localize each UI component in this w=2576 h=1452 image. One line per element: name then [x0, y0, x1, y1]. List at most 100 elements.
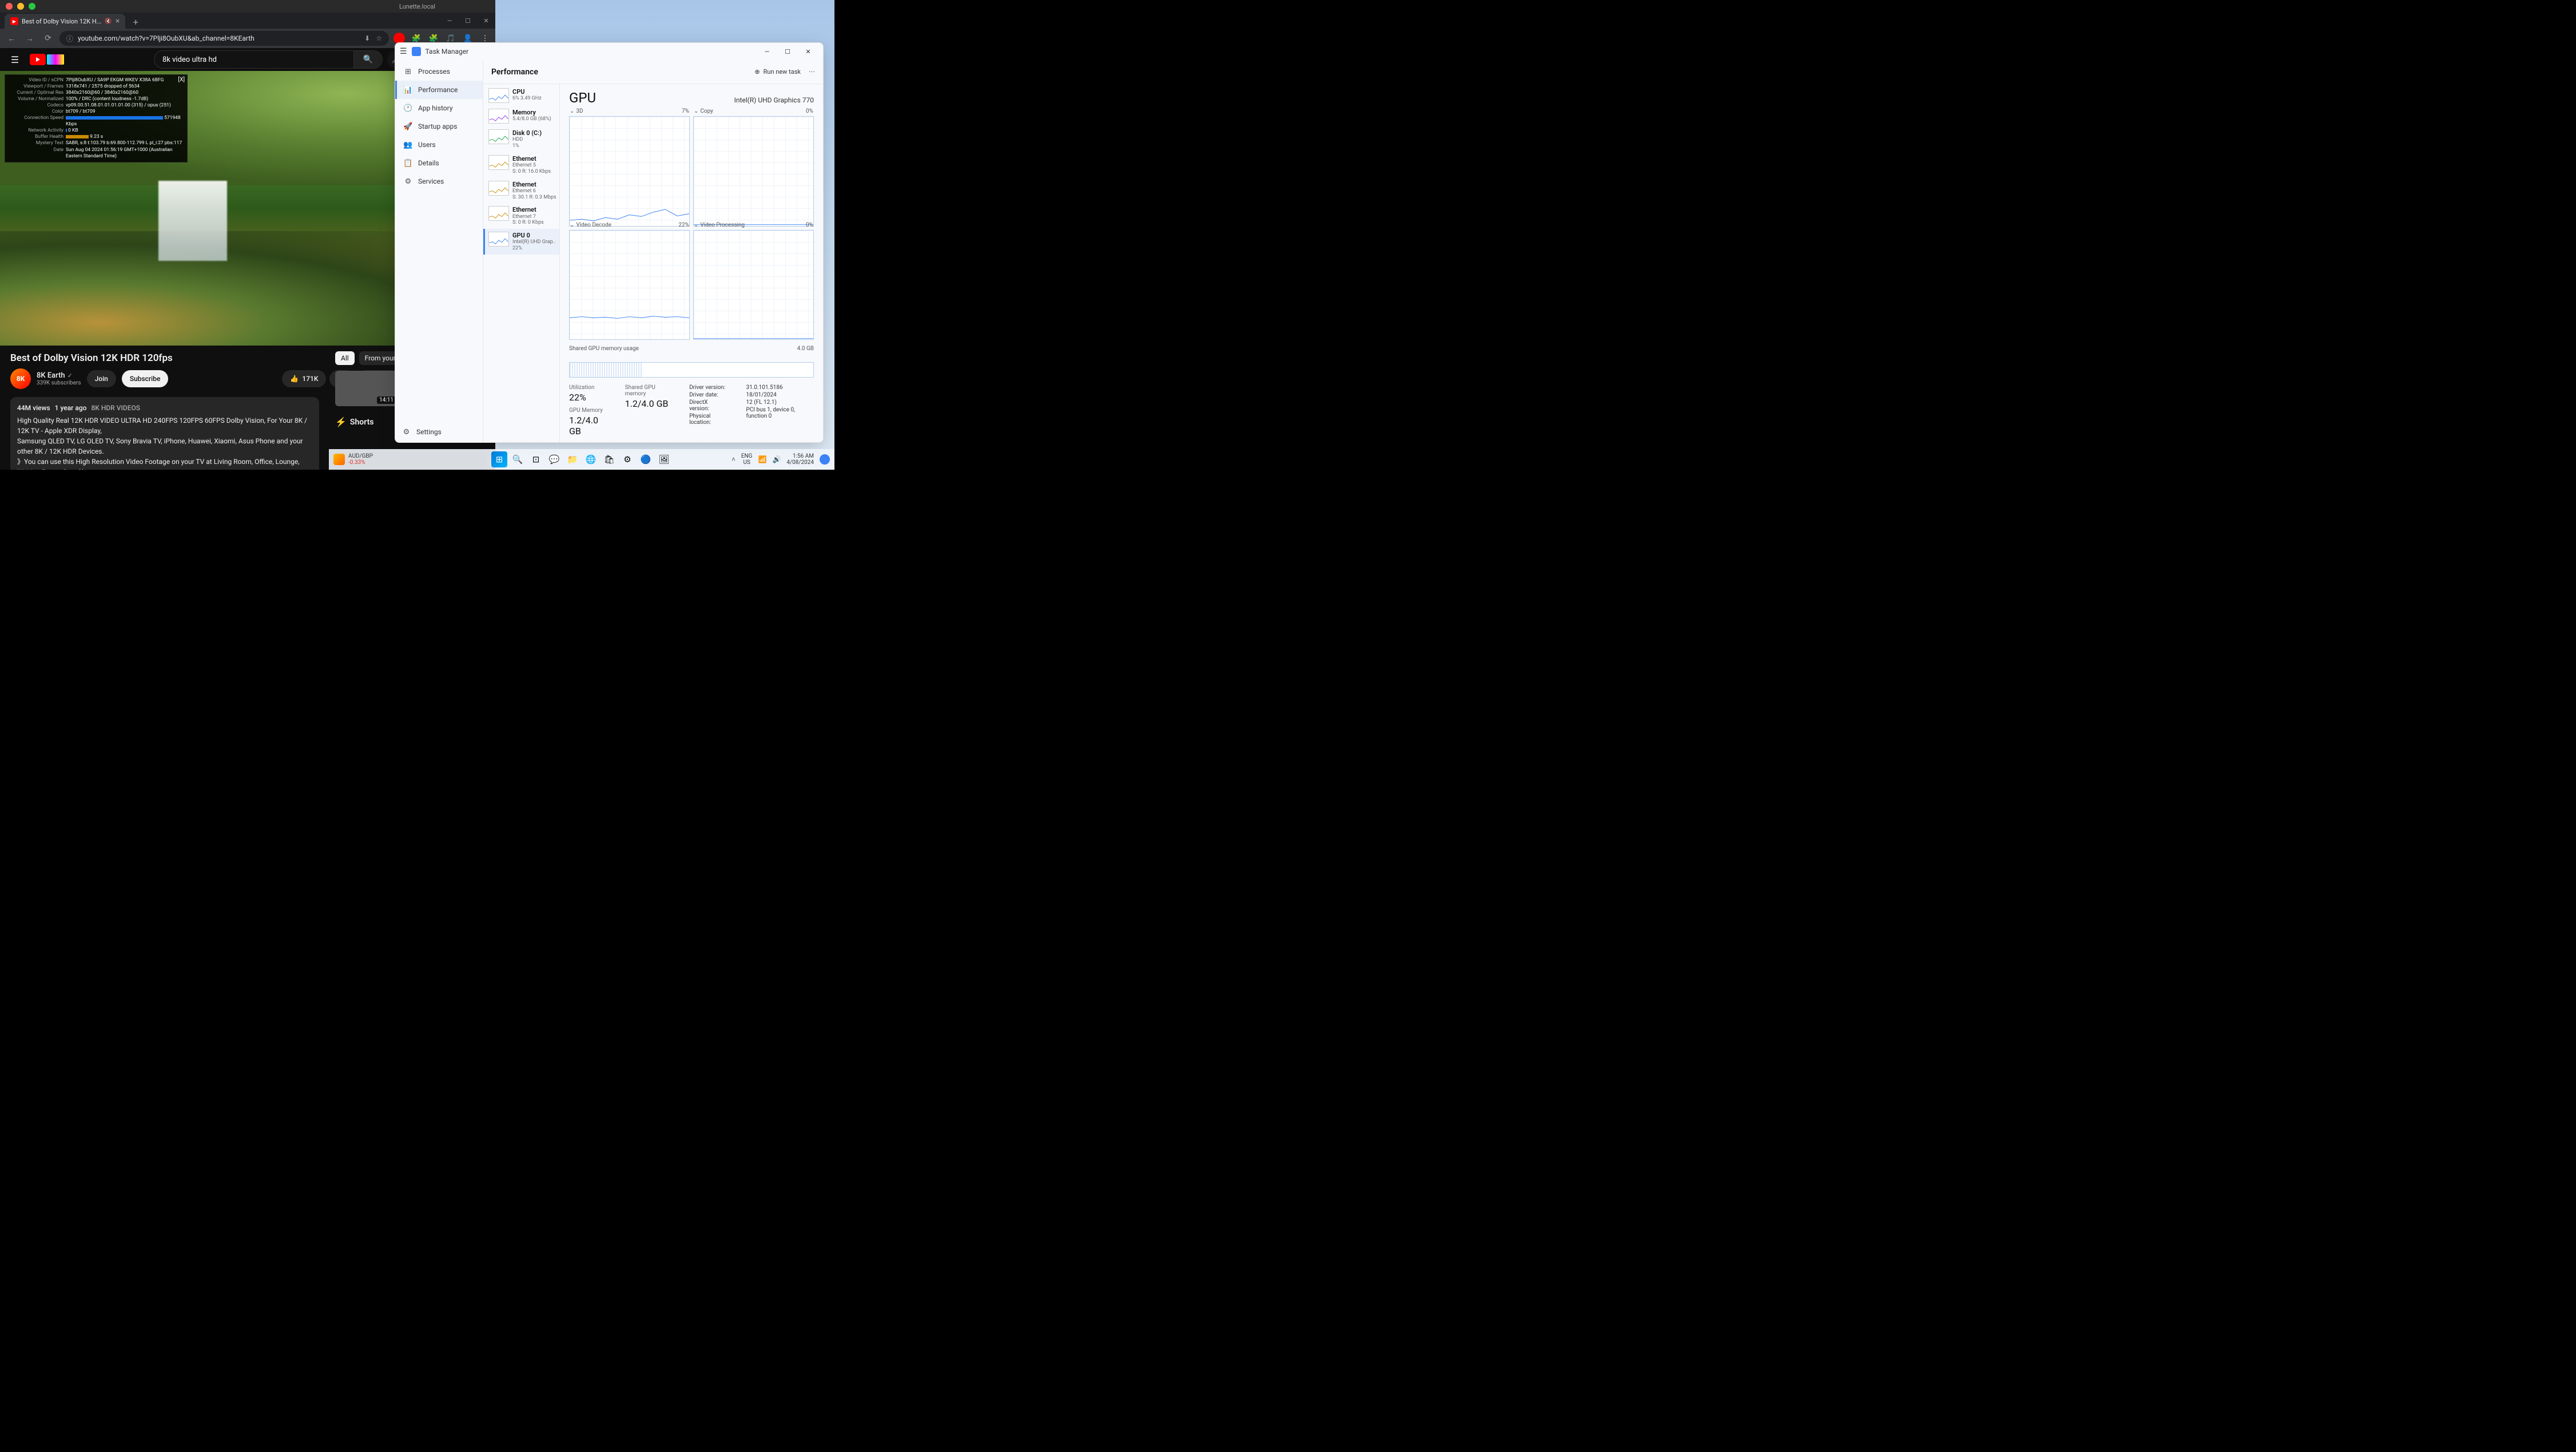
new-tab-button[interactable]: + — [129, 15, 142, 29]
sparkline — [488, 109, 509, 124]
tm-nav-processes[interactable]: ⊞Processes — [395, 62, 483, 81]
tm-titlebar[interactable]: ☰ Task Manager — ☐ ✕ — [395, 43, 823, 60]
youtube-search-bar: 🔍 — [154, 50, 383, 69]
tm-nav-services[interactable]: ⚙Services — [395, 172, 483, 191]
chrome-close-button[interactable]: ✕ — [477, 13, 495, 29]
perf-item-ethernet[interactable]: EthernetEthernet 6S: 30.1 R: 0.3 Mbps — [483, 178, 559, 204]
like-button[interactable]: 👍171K — [282, 370, 326, 387]
start-button[interactable]: ⊞ — [491, 451, 507, 467]
perf-item-ethernet[interactable]: EthernetEthernet 7S: 0 R: 0 Kbps — [483, 203, 559, 229]
tab-close-button[interactable]: × — [116, 17, 120, 26]
store-icon[interactable]: 🛍 — [601, 451, 617, 467]
chrome-tab-active[interactable]: ▶ Best of Dolby Vision 12K H... 🔇 × — [5, 14, 125, 29]
tm-nav-app-history[interactable]: 🕐App history — [395, 99, 483, 117]
forward-button[interactable]: → — [23, 31, 37, 45]
search-button[interactable]: 🔍 — [510, 451, 526, 467]
address-bar[interactable]: ⓘ youtube.com/watch?v=7Plji8OubXU&ab_cha… — [59, 31, 389, 46]
search-button[interactable]: 🔍 — [353, 51, 382, 68]
related-video-thumbnail[interactable]: 14:11 — [335, 371, 398, 406]
tm-settings-button[interactable]: ⚙Settings — [395, 422, 483, 442]
chrome-taskbar-icon[interactable]: 🔵 — [638, 451, 654, 467]
subscribe-button[interactable]: Subscribe — [122, 370, 169, 387]
nav-icon: 🚀 — [404, 122, 412, 131]
perf-item-disk0c[interactable]: Disk 0 (C:)HDD1% — [483, 126, 559, 152]
photos-icon[interactable]: 🖼 — [656, 451, 672, 467]
lang-indicator-sub: US — [743, 459, 750, 466]
taskbar-widget[interactable]: AUD/GBP -0.33% — [333, 453, 373, 466]
run-new-task-button[interactable]: ⊕Run new task — [754, 68, 801, 76]
reload-button[interactable]: ⟳ — [41, 31, 55, 45]
chart-label[interactable]: ⌄Copy — [694, 108, 713, 114]
gpu-chart-3d[interactable]: ⌄3D7% — [569, 116, 690, 227]
youtube-logo[interactable] — [30, 54, 64, 65]
tm-nav-startup-apps[interactable]: 🚀Startup apps — [395, 117, 483, 136]
tm-app-icon — [412, 47, 421, 56]
widget-label: AUD/GBP — [348, 453, 373, 459]
channel-name[interactable]: 8K Earth ✓ — [37, 371, 81, 380]
tm-nav-performance[interactable]: 📊Performance — [395, 81, 483, 99]
chart-label[interactable]: ⌄Video Processing — [694, 222, 745, 228]
app-icon[interactable]: ⚙ — [619, 451, 635, 467]
chart-label[interactable]: ⌄3D — [570, 108, 583, 114]
tm-title: Task Manager — [426, 47, 469, 55]
tm-nav-users[interactable]: 👥Users — [395, 136, 483, 154]
perf-item-memory[interactable]: Memory5.4/8.0 GB (68%) — [483, 106, 559, 126]
bookmark-icon[interactable]: ☆ — [376, 34, 382, 42]
wifi-icon[interactable]: 📶 — [758, 455, 767, 463]
video-description[interactable]: 44M views 1 year ago 8K HDR VIDEOS High … — [10, 397, 319, 470]
tm-menu-icon[interactable]: ☰ — [400, 47, 407, 56]
perf-item-ethernet[interactable]: EthernetEthernet 5S: 0 R: 16.0 Kbps — [483, 152, 559, 178]
chart-label[interactable]: ⌄Video Decode — [570, 222, 611, 228]
sparkline — [488, 181, 509, 196]
clock-date: 4/08/2024 — [786, 459, 814, 466]
tray-expand-icon[interactable]: ˄ — [732, 455, 736, 463]
channel-avatar[interactable]: 8K — [10, 368, 31, 389]
mac-maximize-button[interactable] — [29, 3, 35, 10]
chat-icon[interactable]: 💬 — [546, 451, 562, 467]
tm-maximize-button[interactable]: ☐ — [777, 43, 798, 59]
stat-row: Physical location: — [689, 413, 729, 426]
sparkline — [488, 206, 509, 221]
youtube-logo-text — [47, 54, 64, 65]
system-clock[interactable]: 1:56 AM 4/08/2024 — [786, 453, 814, 466]
gpu-chart-copy[interactable]: ⌄Copy0% — [693, 116, 814, 227]
stat-row: 12 (FL 12.1) — [746, 399, 814, 406]
video-tags: 8K HDR VIDEOS — [91, 403, 140, 413]
tm-minimize-button[interactable]: — — [757, 43, 777, 59]
mac-close-button[interactable] — [6, 3, 13, 10]
stats-row: Codecsvp09.00.51.08.01.01.01.01.00 (315)… — [9, 102, 184, 109]
show-more-button[interactable]: ...more — [113, 468, 134, 470]
tm-more-options-button[interactable]: ··· — [809, 68, 815, 77]
perf-item-gpu0[interactable]: GPU 0Intel(R) UHD Grap...22% — [483, 229, 559, 255]
tab-audio-icon[interactable]: 🔇 — [105, 18, 112, 25]
mac-minimize-button[interactable] — [17, 3, 24, 10]
chip-all[interactable]: All — [335, 351, 355, 365]
clock-time: 1:56 AM — [793, 453, 814, 459]
explorer-icon[interactable]: 📁 — [565, 451, 581, 467]
task-view-button[interactable]: ⊡ — [528, 451, 544, 467]
tm-nav-details[interactable]: 📋Details — [395, 154, 483, 172]
edge-icon[interactable]: 🌐 — [583, 451, 599, 467]
install-app-icon[interactable]: ⬇ — [364, 34, 370, 42]
chrome-minimize-button[interactable]: — — [440, 13, 459, 29]
lang-indicator[interactable]: ENG — [741, 453, 753, 459]
join-button[interactable]: Join — [87, 370, 116, 387]
stats-row: Buffer Health 9.23 s — [9, 134, 184, 140]
gpu-chart-video-decode[interactable]: ⌄Video Decode22% — [569, 230, 690, 340]
stat-value: 22% — [569, 392, 608, 403]
gpu-chart-video-processing[interactable]: ⌄Video Processing0% — [693, 230, 814, 340]
hamburger-icon[interactable]: ☰ — [9, 54, 21, 65]
notification-button[interactable] — [820, 454, 830, 465]
video-scenery — [158, 181, 227, 261]
tm-close-button[interactable]: ✕ — [798, 43, 818, 59]
chrome-maximize-button[interactable]: ☐ — [459, 13, 477, 29]
search-input[interactable] — [154, 55, 353, 64]
perf-item-cpu[interactable]: CPU6% 3.49 GHz — [483, 85, 559, 106]
volume-icon[interactable]: 🔊 — [772, 455, 781, 463]
site-info-icon[interactable]: ⓘ — [66, 34, 73, 43]
nav-icon: ⊞ — [404, 68, 412, 76]
back-button[interactable]: ← — [5, 31, 18, 45]
stats-row: DateSun Aug 04 2024 01:56:19 GMT+1000 (A… — [9, 147, 184, 160]
nav-label: App history — [418, 104, 453, 112]
stats-close-button[interactable]: [X] — [178, 76, 185, 84]
